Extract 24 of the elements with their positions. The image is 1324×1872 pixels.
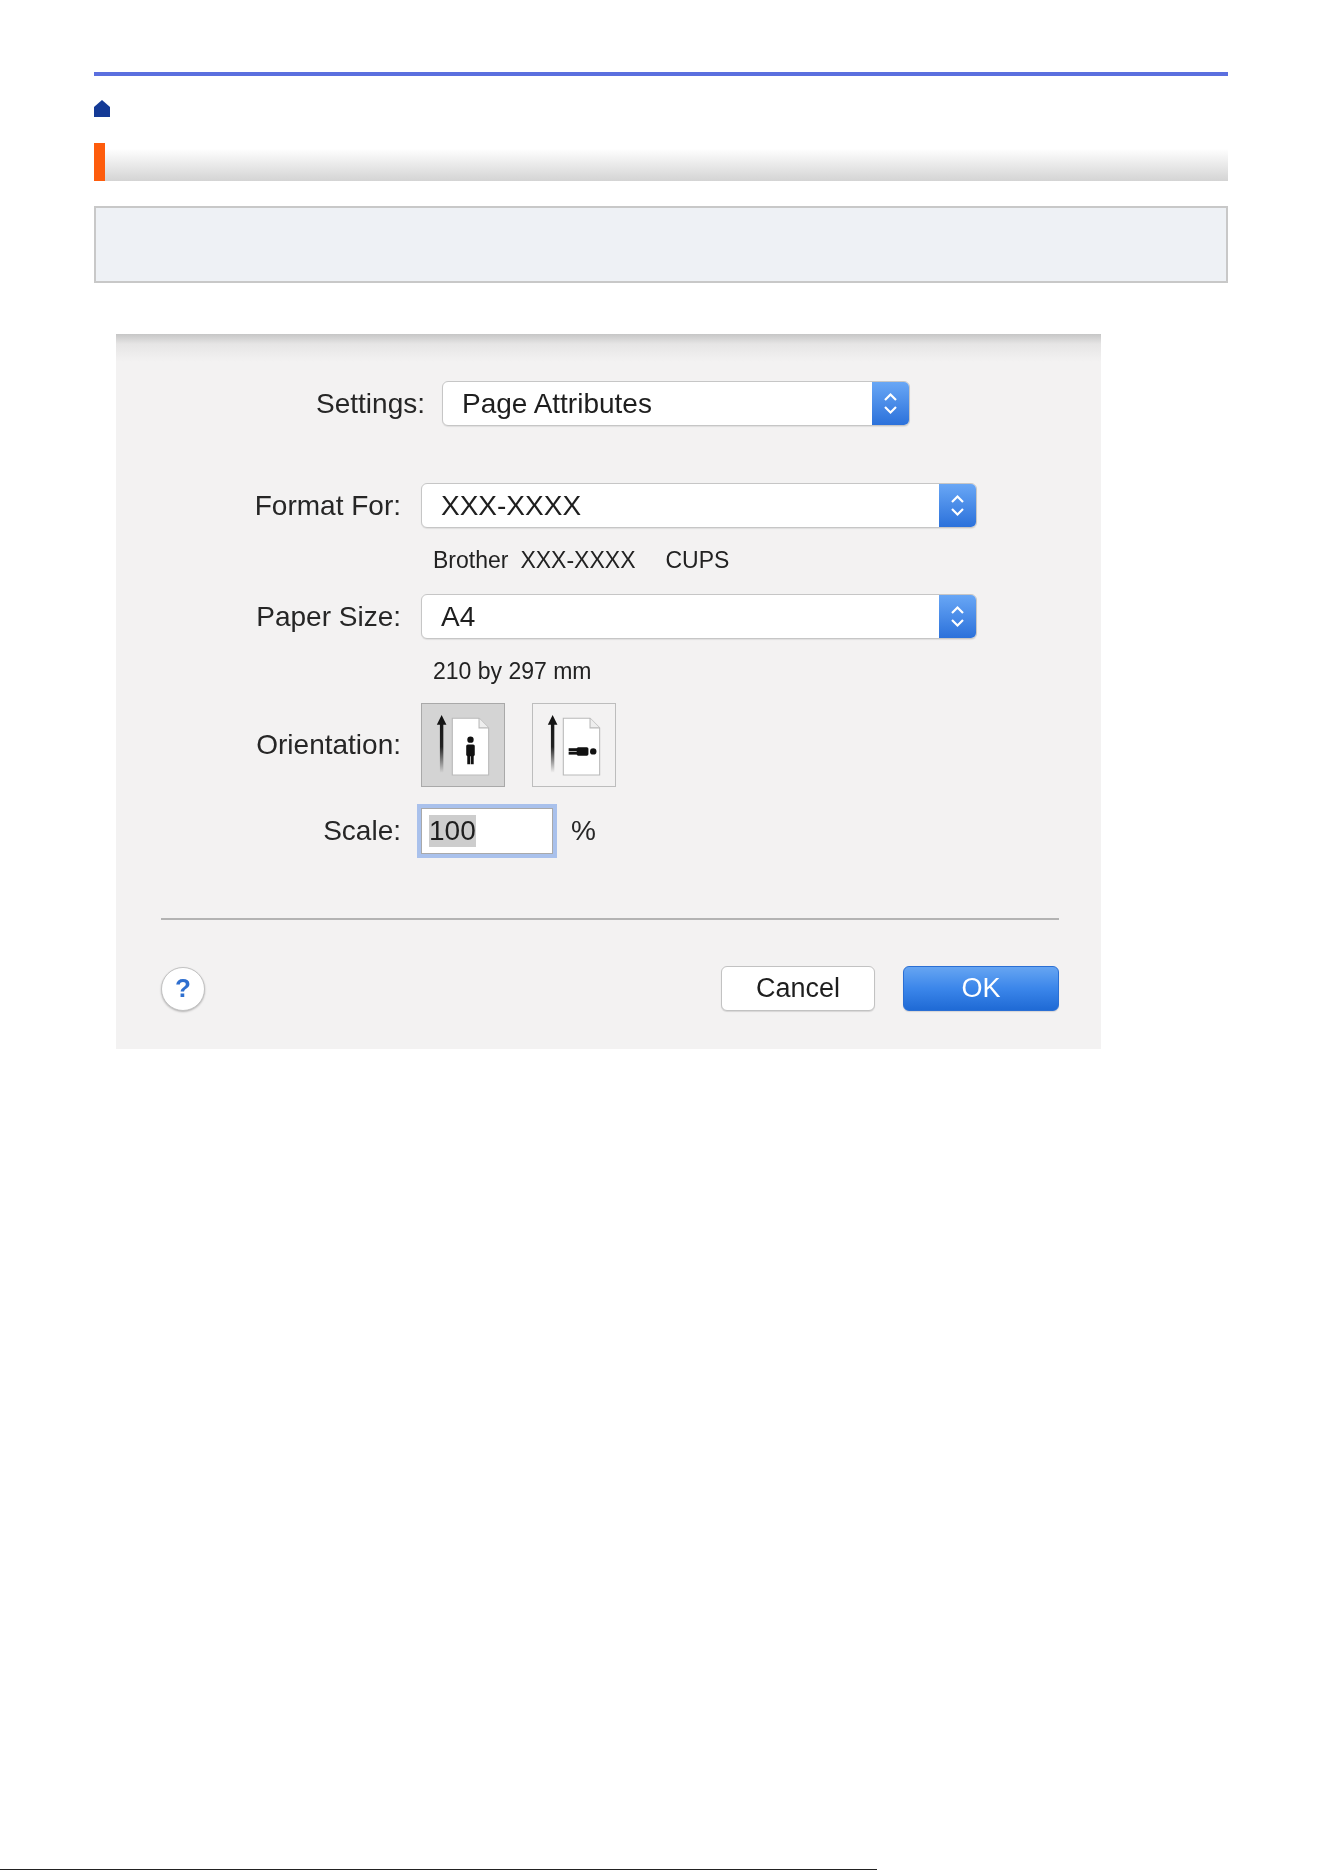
- orientation-button[interactable]: [532, 703, 616, 787]
- cancel-button[interactable]: Cancel: [721, 966, 875, 1011]
- printer-detail-text: XXX-XXXX: [520, 546, 636, 574]
- updown-chevron-icon: [939, 595, 976, 638]
- printer-detail-text: Brother: [433, 546, 509, 574]
- updown-chevron-icon: [872, 382, 909, 425]
- home-icon[interactable]: [94, 100, 110, 117]
- printer-detail-text: CUPS: [665, 546, 730, 574]
- settings-popup[interactable]: Page Attributes: [442, 381, 910, 426]
- landscape-page-icon: [547, 714, 601, 776]
- percent-unit-label: %: [571, 815, 596, 847]
- paper-size-label: Paper Size:: [255, 600, 401, 633]
- updown-chevron-icon: [939, 484, 976, 527]
- format-for-label: Format For:: [253, 489, 401, 522]
- help-button[interactable]: ?: [161, 966, 205, 1011]
- printer-popup[interactable]: XXX-XXXX: [421, 483, 977, 528]
- scale-label: Scale:: [322, 815, 401, 847]
- orientation-label: Orientation:: [255, 729, 401, 761]
- portrait-page-icon: [436, 714, 490, 776]
- ok-button[interactable]: OK: [903, 966, 1059, 1011]
- paper-size-popup[interactable]: A4: [421, 594, 977, 639]
- settings-label: Settings:: [315, 387, 425, 420]
- paper-dimensions-text: 210 by 297 mm: [433, 657, 592, 685]
- orientation-button[interactable]: [421, 703, 505, 787]
